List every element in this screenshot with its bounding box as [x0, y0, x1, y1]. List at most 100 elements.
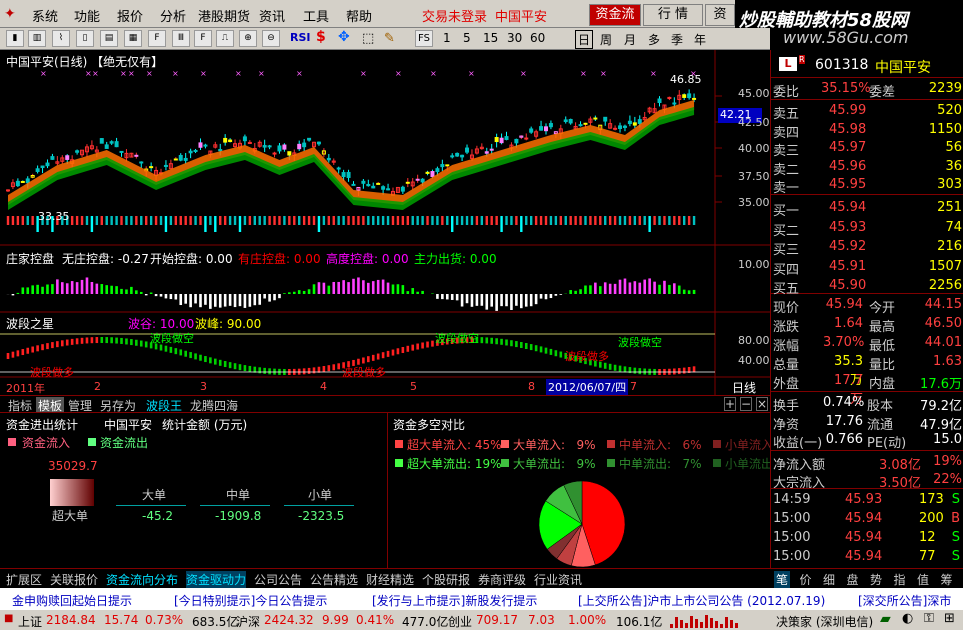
bottom-tab[interactable]: 个股研报 — [422, 571, 470, 588]
ask-row[interactable]: 卖四 45.98 1150 — [771, 121, 963, 141]
ticker-item[interactable]: [发行与上市提示]新股发行提示 — [372, 592, 537, 609]
fund-flow-row[interactable]: 大宗流入 3.50亿 22% — [771, 471, 963, 491]
period-15min[interactable]: 15 — [483, 31, 498, 45]
bid-row[interactable]: 买一 45.94 251 — [771, 199, 963, 219]
bottom-tab[interactable]: 券商评级 — [478, 571, 526, 588]
login-status[interactable]: 交易未登录 — [422, 6, 487, 25]
compare-icon[interactable]: ⎍ — [216, 30, 234, 47]
quote-tab[interactable]: 值 — [915, 571, 931, 588]
cycle-multi[interactable]: 多 — [648, 31, 660, 48]
bid-row[interactable]: 买五 45.90 2256 — [771, 277, 963, 297]
quote-stat-row[interactable]: 总量 35.3万 量比 1.63 — [771, 353, 963, 388]
ask-row[interactable]: 卖五 45.99 520 — [771, 102, 963, 122]
quote-tab[interactable]: 笔 — [774, 571, 791, 588]
tick-row[interactable]: 15:00 45.94 12 S — [771, 529, 963, 547]
zoom-out-icon[interactable]: ⊖ — [262, 30, 280, 47]
ticker-item[interactable]: [上交所公告]沪市上市公司公告 (2012.07.19) — [578, 592, 825, 609]
candle-body — [563, 119, 568, 122]
cycle-day[interactable]: 日 — [575, 30, 594, 49]
line-chart-icon[interactable]: ⌇ — [52, 30, 70, 47]
quote-stat-row[interactable]: 现价 45.94 今开 44.15 — [771, 296, 963, 316]
volume-icon[interactable]: ▤ — [100, 30, 118, 47]
quote-tab[interactable]: 筹 — [939, 571, 955, 588]
bid-row[interactable]: 买三 45.92 216 — [771, 238, 963, 258]
ask-row[interactable]: 卖二 45.96 36 — [771, 158, 963, 178]
candlestick-icon[interactable]: ▯ — [76, 30, 94, 47]
bottom-tab[interactable]: 关联报价 — [50, 571, 98, 588]
cycle-week[interactable]: 周 — [600, 31, 612, 48]
pen-icon[interactable]: ✎ — [384, 31, 395, 46]
quote-stat-row[interactable]: 换手 0.74% 股本 79.2亿 — [771, 394, 963, 414]
fzz-icon[interactable]: F — [194, 30, 212, 47]
rsi-button[interactable]: RSI — [290, 31, 311, 44]
menu-item-quote[interactable]: 报价 — [117, 6, 143, 25]
fund-flow-row[interactable]: 净流入额 3.08亿 19% — [771, 453, 963, 473]
quote-stat-row[interactable]: 涨幅 3.70% 最低 44.01 — [771, 334, 963, 354]
tick-row[interactable]: 14:59 45.93 173 S — [771, 491, 963, 509]
quote-tab[interactable]: 盘 — [845, 571, 861, 588]
menu-item-tools[interactable]: 工具 — [303, 6, 329, 25]
menu-item-hk-futures[interactable]: 港股期货 — [198, 6, 250, 25]
zoom-in-button[interactable]: + — [724, 397, 736, 411]
period-60min[interactable]: 60 — [530, 31, 545, 45]
ticker-item[interactable]: [深交所公告]深市 — [858, 592, 951, 609]
chart-area[interactable]: × × × × × × × × × × × × × × × × × × × × 中国平安(日线) 【绝无仅有】 46.… — [0, 50, 770, 395]
ask-row[interactable]: 卖三 45.97 56 — [771, 139, 963, 159]
kline-icon[interactable]: ▮ — [6, 30, 24, 47]
zoom-in-icon[interactable]: ⊕ — [239, 30, 257, 47]
bottom-tab[interactable]: 公告精选 — [310, 571, 358, 588]
period-1min[interactable]: 1 — [443, 31, 451, 45]
candle-body — [45, 162, 50, 167]
close-icon[interactable]: × — [756, 397, 768, 411]
hist-bar — [455, 294, 459, 301]
menu-item-system[interactable]: 系统 — [32, 6, 58, 25]
cycle-quarter[interactable]: 季 — [671, 31, 683, 48]
bottom-tab[interactable]: 行业资讯 — [534, 571, 582, 588]
ask-row[interactable]: 卖一 45.95 303 — [771, 176, 963, 196]
cursor-icon[interactable]: ⬚ — [362, 31, 374, 46]
tab-fund-flow[interactable]: 资金流 — [589, 4, 641, 26]
bottom-tab[interactable]: 扩展区 — [6, 571, 42, 588]
quote-stat-row[interactable]: 外盘 17.7万 内盘 17.6万 — [771, 372, 963, 407]
bottom-tab[interactable]: 资金驱动力 — [186, 571, 247, 588]
menu-item-function[interactable]: 功能 — [74, 6, 100, 25]
quote-stat-row[interactable]: 收益(一) 0.766 PE(动) 15.0 — [771, 431, 963, 451]
menu-item-help[interactable]: 帮助 — [346, 6, 372, 25]
legend-item: 超大单流入: 45% — [407, 438, 502, 452]
grid-icon[interactable]: ▦ — [124, 30, 142, 47]
zoom-out-button[interactable]: − — [740, 397, 752, 411]
quote-stat-row[interactable]: 净资 17.76 流通 47.9亿 — [771, 413, 963, 433]
cycle-month[interactable]: 月 — [624, 31, 636, 48]
tab-info[interactable]: 资 — [705, 4, 735, 26]
period-30min[interactable]: 30 — [507, 31, 522, 45]
quote-tab[interactable]: 细 — [821, 571, 837, 588]
quote-tab[interactable]: 价 — [798, 571, 814, 588]
ticker-item[interactable]: [今日特别提示]今日公告提示 — [174, 592, 327, 609]
menu-item-info[interactable]: 资讯 — [259, 6, 285, 25]
menu-item-analysis[interactable]: 分析 — [160, 6, 186, 25]
bottom-tab[interactable]: 财经精选 — [366, 571, 414, 588]
bid-row[interactable]: 买二 45.93 74 — [771, 219, 963, 239]
move-icon[interactable]: ✥ — [338, 29, 350, 45]
bid-row[interactable]: 买四 45.91 1507 — [771, 258, 963, 278]
wave-bar — [332, 364, 336, 371]
period-5min[interactable]: 5 — [463, 31, 471, 45]
quote-tab[interactable]: 指 — [892, 571, 908, 588]
marker: × — [40, 69, 47, 78]
quote-tab[interactable]: 势 — [868, 571, 884, 588]
bars-icon[interactable]: Ⅲ — [172, 30, 190, 47]
f10-icon[interactable]: F — [148, 30, 166, 47]
marker: × — [128, 69, 135, 78]
quote-stat-row[interactable]: 涨跌 1.64 最高 46.50 — [771, 315, 963, 335]
tick-row[interactable]: 15:00 45.94 200 B — [771, 510, 963, 528]
fs-button[interactable]: FS — [415, 30, 433, 47]
tick-row[interactable]: 15:00 45.94 77 S — [771, 548, 963, 566]
bottom-tab[interactable]: 资金流向分布 — [106, 571, 178, 588]
dollar-icon[interactable]: $ — [316, 29, 326, 45]
cycle-year[interactable]: 年 — [694, 31, 706, 48]
bar-chart-icon[interactable]: ▥ — [28, 30, 46, 47]
bottom-tab[interactable]: 公司公告 — [254, 571, 302, 588]
ticker-item[interactable]: 金申购赎回起始日提示 — [12, 592, 132, 609]
tab-market[interactable]: 行 情 — [643, 4, 703, 26]
hist-bar — [144, 294, 148, 296]
